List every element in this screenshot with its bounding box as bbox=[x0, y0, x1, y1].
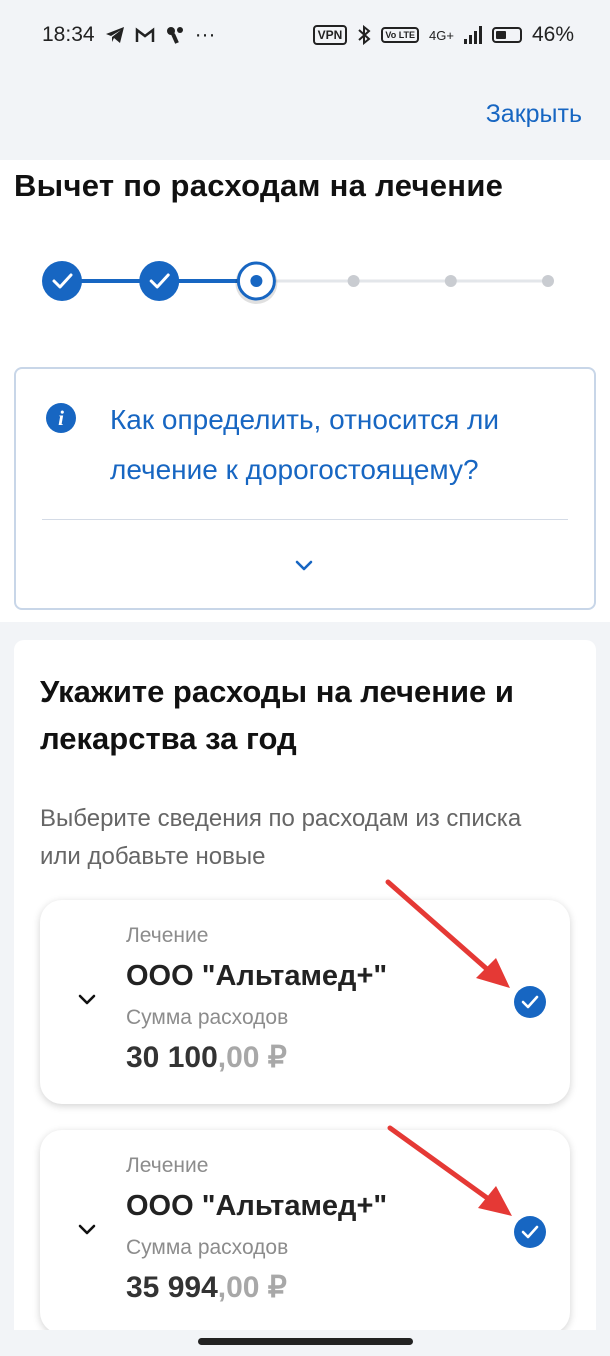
battery-percent: 46% bbox=[531, 23, 574, 46]
status-time: 18:34 bbox=[42, 23, 95, 46]
checkbox-checked-icon[interactable] bbox=[514, 1216, 546, 1248]
expense-amount-integer: 35 994 bbox=[126, 1271, 218, 1304]
step-pending-icon bbox=[444, 275, 457, 287]
expense-card[interactable]: Лечение ООО "Альтамед+" Сумма расходов 3… bbox=[40, 1130, 570, 1334]
expense-amount-decimal: ,00 ₽ bbox=[217, 1041, 287, 1074]
form-subtitle: Выберите сведения по расходам из списка … bbox=[40, 805, 522, 870]
vpn-icon: VPN bbox=[312, 25, 348, 45]
step-completed-icon bbox=[139, 261, 180, 301]
close-button[interactable]: Закрыть bbox=[486, 100, 582, 129]
expense-amount-label: Сумма расходов bbox=[126, 1006, 289, 1029]
battery-icon bbox=[491, 27, 522, 43]
expense-amount-label: Сумма расходов bbox=[126, 1236, 289, 1259]
signal-icon bbox=[463, 26, 482, 44]
checkmark-icon bbox=[521, 1225, 539, 1239]
expense-type-label: Лечение bbox=[126, 1154, 209, 1177]
home-indicator[interactable] bbox=[198, 1338, 413, 1345]
chevron-down-icon[interactable] bbox=[76, 1218, 98, 1240]
form-title: Укажите расходы на лечение и лекарства з… bbox=[40, 674, 514, 756]
network-type: 4G+ bbox=[429, 27, 454, 43]
expense-amount: 35 994,00 ₽ bbox=[126, 1270, 287, 1305]
checkbox-checked-icon[interactable] bbox=[514, 986, 546, 1018]
telegram-icon bbox=[105, 27, 124, 43]
status-bar: 18:34 ··· VPN Vo LTE 4G+ 46% bbox=[0, 0, 610, 70]
info-accordion[interactable]: i Как определить, относится ли лечение к… bbox=[14, 367, 596, 610]
expense-provider-name: ООО "Альтамед+" bbox=[126, 960, 388, 992]
checkmark-icon bbox=[521, 995, 539, 1009]
bluetooth-icon bbox=[358, 25, 371, 45]
page-title: Вычет по расходам на лечение bbox=[14, 168, 504, 203]
info-divider bbox=[42, 519, 568, 520]
progress-stepper bbox=[42, 261, 554, 304]
chevron-down-icon[interactable] bbox=[292, 553, 316, 577]
info-icon: i bbox=[46, 403, 76, 433]
status-bar-left: 18:34 ··· bbox=[42, 23, 216, 47]
step-completed-icon bbox=[42, 261, 82, 301]
volte-icon: Vo LTE bbox=[381, 27, 420, 43]
chevron-down-icon[interactable] bbox=[76, 988, 98, 1010]
info-question-text[interactable]: Как определить, относится ли лечение к д… bbox=[110, 395, 580, 495]
expense-amount-integer: 30 100 bbox=[126, 1041, 218, 1074]
step-pending-icon bbox=[347, 275, 360, 287]
app-icon bbox=[166, 27, 183, 44]
step-pending-icon bbox=[542, 275, 554, 287]
expense-card[interactable]: Лечение ООО "Альтамед+" Сумма расходов 3… bbox=[40, 900, 570, 1104]
gmail-icon bbox=[135, 27, 154, 42]
more-icon: ··· bbox=[194, 23, 216, 46]
expense-amount: 30 100,00 ₽ bbox=[126, 1040, 287, 1075]
status-bar-right: VPN Vo LTE 4G+ 46% bbox=[312, 23, 574, 47]
expense-provider-name: ООО "Альтамед+" bbox=[126, 1190, 388, 1222]
expense-amount-decimal: ,00 ₽ bbox=[217, 1271, 287, 1304]
step-current-dot bbox=[250, 275, 263, 287]
expense-type-label: Лечение bbox=[126, 924, 209, 947]
